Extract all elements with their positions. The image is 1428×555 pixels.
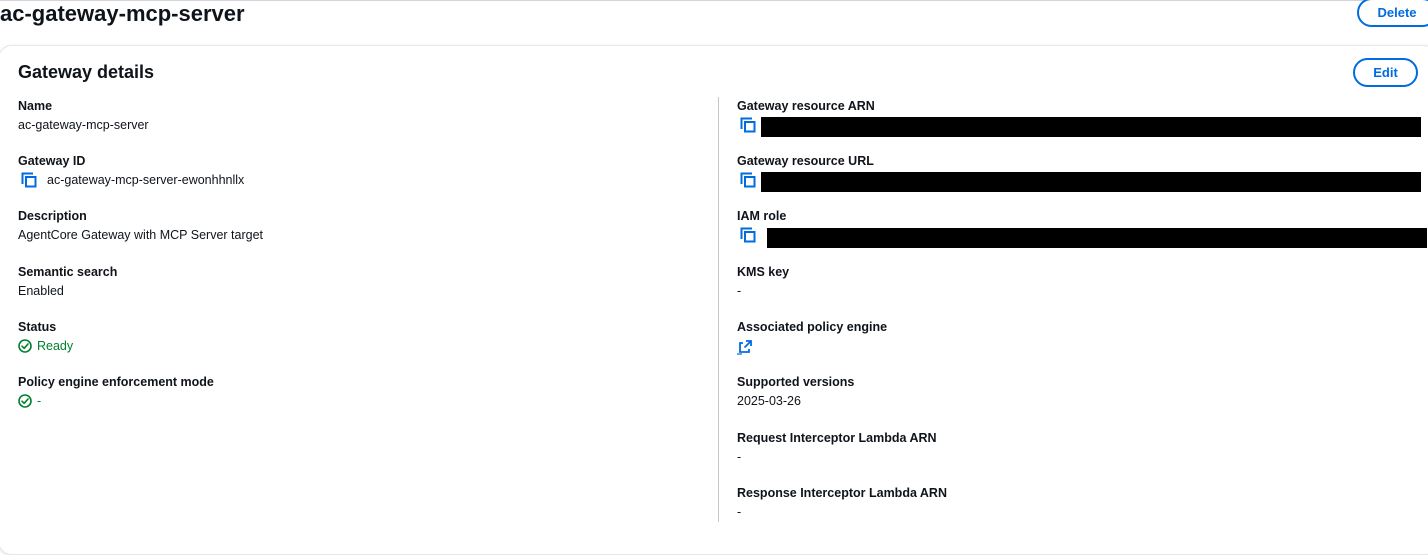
status-value: Ready bbox=[37, 339, 74, 353]
field-status: Status Ready bbox=[18, 318, 73, 355]
field-semantic-search: Semantic search Enabled bbox=[18, 263, 117, 300]
external-link-icon[interactable] bbox=[737, 339, 752, 355]
iam-role-label: IAM role bbox=[737, 209, 787, 223]
field-description: Description AgentCore Gateway with MCP S… bbox=[18, 207, 263, 244]
field-gateway-id: Gateway ID ac-gateway-mcp-server-ewonhhn… bbox=[18, 152, 244, 189]
field-response-interceptor: Response Interceptor Lambda ARN - bbox=[737, 484, 947, 521]
copy-icon[interactable] bbox=[740, 227, 756, 243]
delete-button[interactable]: Delete bbox=[1357, 0, 1428, 27]
supported-versions-value: 2025-03-26 bbox=[737, 394, 801, 408]
semantic-search-label: Semantic search bbox=[18, 265, 118, 279]
page-title: ac-gateway-mcp-server bbox=[0, 1, 245, 26]
supported-versions-label: Supported versions bbox=[737, 375, 855, 389]
redacted-url bbox=[761, 172, 1421, 192]
field-request-interceptor: Request Interceptor Lambda ARN - bbox=[737, 429, 937, 466]
name-label: Name bbox=[18, 99, 53, 113]
gateway-id-value: ac-gateway-mcp-server-ewonhhnllx bbox=[47, 173, 245, 187]
copy-icon[interactable] bbox=[21, 172, 37, 188]
field-supported-versions: Supported versions 2025-03-26 bbox=[737, 373, 854, 410]
redacted-iam-role bbox=[767, 228, 1427, 248]
description-label: Description bbox=[18, 209, 87, 223]
policy-mode-label: Policy engine enforcement mode bbox=[18, 375, 214, 389]
field-name: Name ac-gateway-mcp-server bbox=[18, 97, 149, 134]
copy-icon[interactable] bbox=[740, 172, 756, 188]
policy-engine-row bbox=[737, 337, 887, 355]
kms-key-value: - bbox=[737, 284, 742, 298]
request-interceptor-label: Request Interceptor Lambda ARN bbox=[737, 431, 937, 445]
response-interceptor-value: - bbox=[737, 505, 742, 519]
policy-mode-row: - bbox=[18, 392, 214, 410]
description-value: AgentCore Gateway with MCP Server target bbox=[18, 228, 264, 242]
column-divider bbox=[718, 97, 719, 522]
copy-icon[interactable] bbox=[740, 117, 756, 133]
resource-url-label: Gateway resource URL bbox=[737, 154, 874, 168]
status-label: Status bbox=[18, 320, 57, 334]
gateway-id-label: Gateway ID bbox=[18, 154, 86, 168]
status-row: Ready bbox=[18, 337, 73, 355]
panel-title: Gateway details bbox=[18, 62, 155, 82]
policy-mode-value: - bbox=[37, 394, 42, 408]
field-policy-mode: Policy engine enforcement mode - bbox=[18, 373, 214, 410]
semantic-search-value: Enabled bbox=[18, 284, 64, 298]
edit-button[interactable]: Edit bbox=[1353, 58, 1418, 87]
request-interceptor-value: - bbox=[737, 450, 742, 464]
redacted-arn bbox=[761, 117, 1421, 137]
name-value: ac-gateway-mcp-server bbox=[18, 118, 149, 132]
kms-key-label: KMS key bbox=[737, 265, 790, 279]
response-interceptor-label: Response Interceptor Lambda ARN bbox=[737, 486, 947, 500]
field-policy-engine: Associated policy engine bbox=[737, 318, 887, 355]
status-positive-icon bbox=[18, 394, 32, 408]
policy-engine-label: Associated policy engine bbox=[737, 320, 888, 334]
field-kms-key: KMS key - bbox=[737, 263, 789, 300]
resource-arn-label: Gateway resource ARN bbox=[737, 99, 875, 113]
status-positive-icon bbox=[18, 339, 32, 353]
gateway-id-row: ac-gateway-mcp-server-ewonhhnllx bbox=[18, 171, 244, 189]
